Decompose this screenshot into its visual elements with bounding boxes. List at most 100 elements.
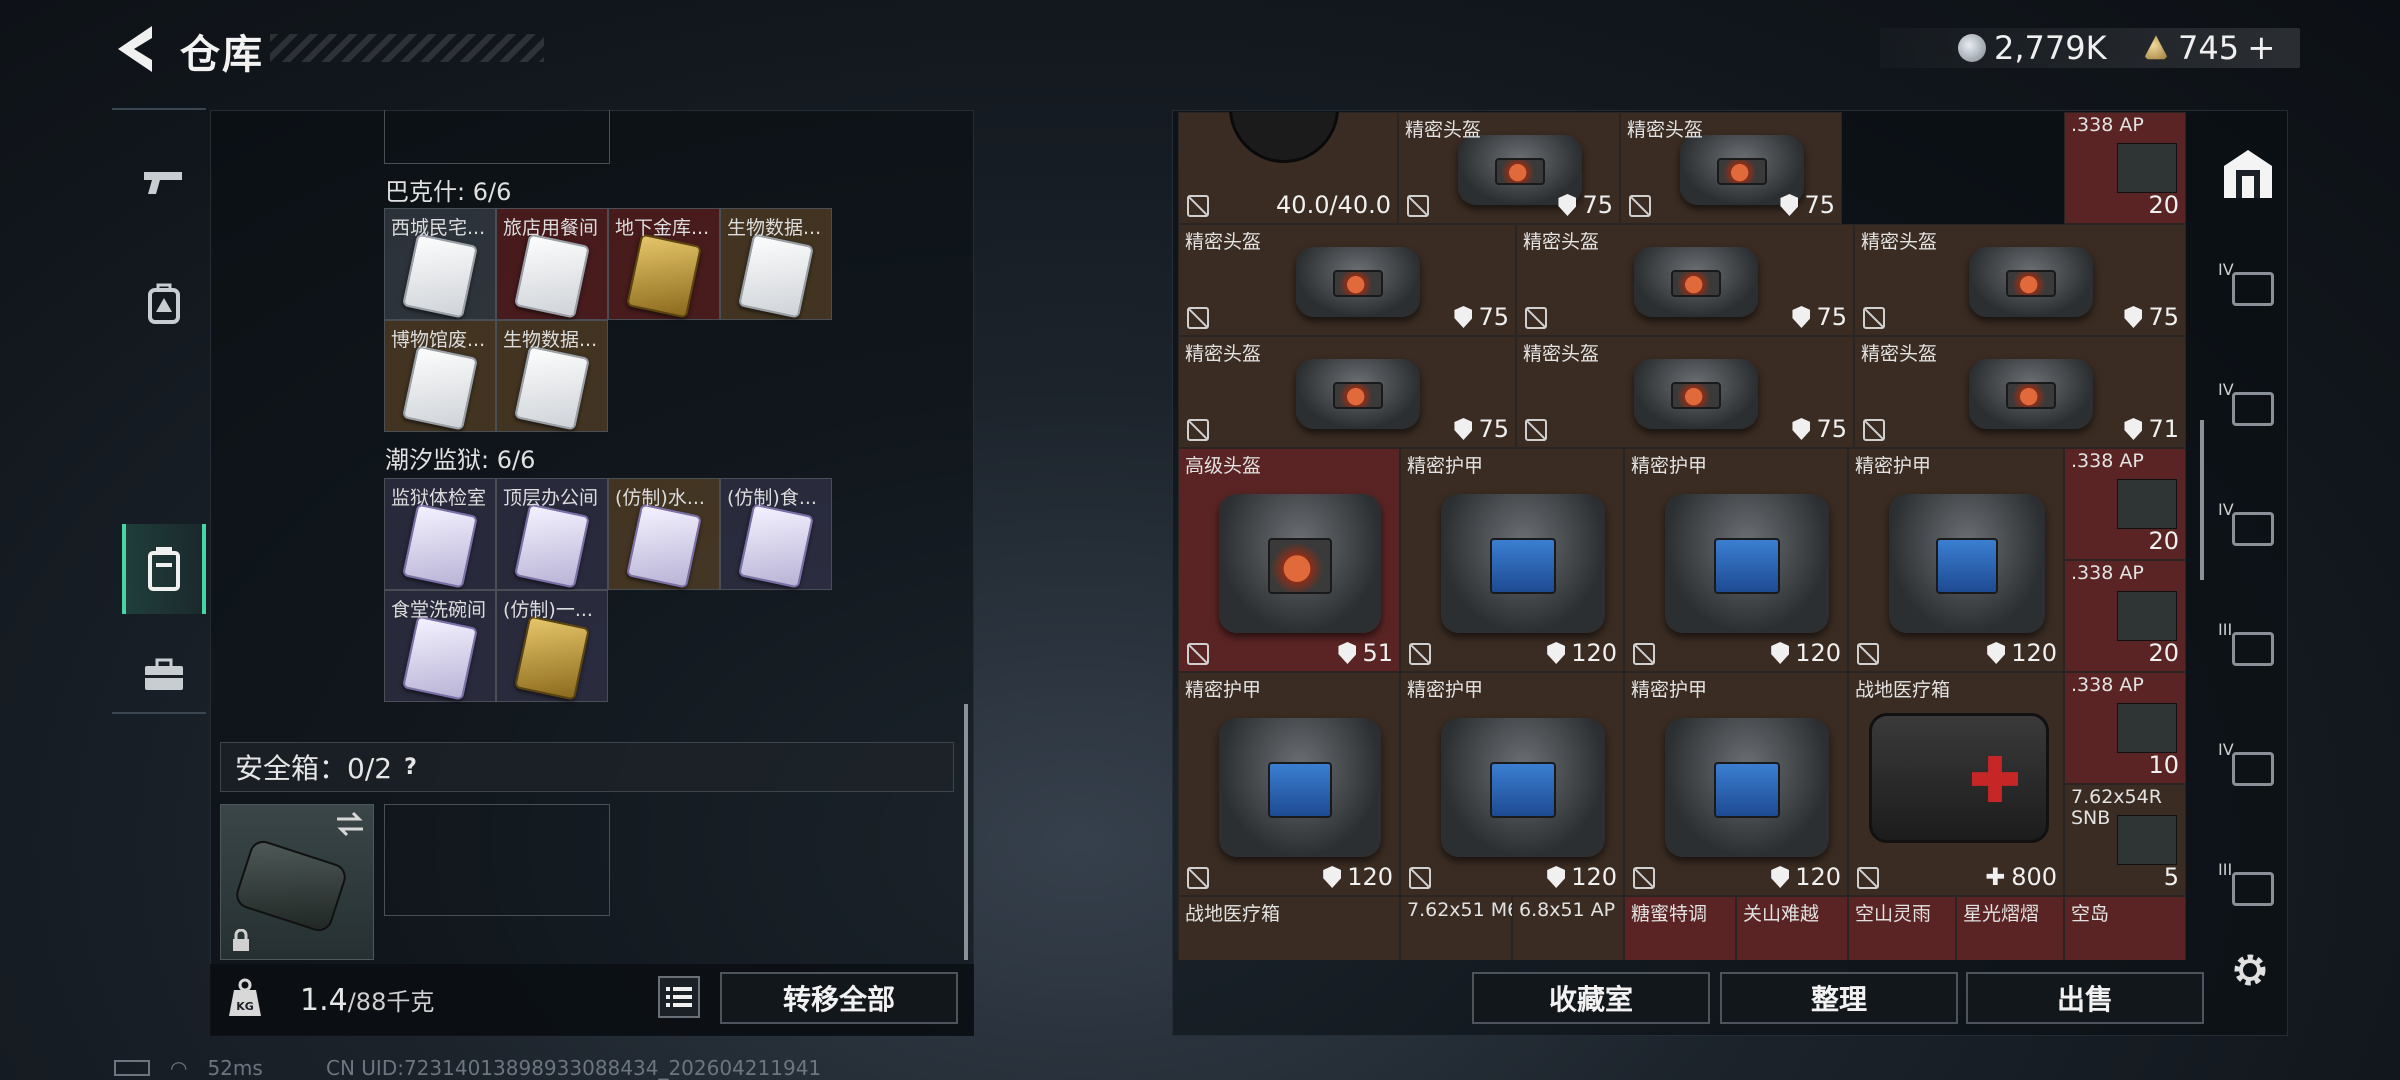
bag-screen: [1495, 157, 1545, 186]
key-card-slot[interactable]: (仿制)一...: [496, 590, 608, 702]
helmet-bag-image: [1969, 359, 2093, 429]
list-view-button[interactable]: [658, 976, 700, 1018]
back-button[interactable]: [110, 22, 160, 76]
item-cell[interactable]: 空岛: [2064, 896, 2186, 960]
key-card-name: 食堂洗碗间: [391, 599, 487, 621]
equipment-tab-icon: [2232, 392, 2274, 426]
bag-screen: [1717, 157, 1767, 186]
item-name: 7.62x54R SNB: [2071, 786, 2162, 829]
key-card-slot[interactable]: 博物馆废...: [384, 320, 496, 432]
equipment-tab-icon: [2232, 272, 2274, 306]
item-value: 20: [2148, 527, 2179, 555]
tab-weapons[interactable]: [122, 138, 206, 228]
no-insure-icon: [1187, 307, 1209, 329]
item-cell[interactable]: 战地医疗箱 ✚ 800: [1848, 672, 2064, 896]
safe-box-slots[interactable]: [384, 804, 610, 916]
item-cell[interactable]: 精密头盔 75: [1178, 336, 1516, 448]
item-name: 精密护甲: [1407, 455, 1484, 477]
item-cell[interactable]: 精密护甲 120: [1400, 448, 1624, 672]
stash-tab-1[interactable]: IV: [2218, 260, 2278, 316]
currency-add-icon[interactable]: +: [2247, 28, 2276, 68]
item-cell[interactable]: 关山难越: [1736, 896, 1848, 960]
group-label-bakshi: 巴克什: 6/6: [385, 178, 512, 206]
sell-button[interactable]: 出售: [1966, 972, 2204, 1024]
item-cell[interactable]: 40.0/40.0: [1178, 112, 1398, 224]
item-cell[interactable]: 精密护甲 120: [1624, 672, 1848, 896]
red-cross-icon: [1972, 756, 2018, 802]
help-icon[interactable]: ?: [404, 755, 417, 780]
item-cell[interactable]: 精密头盔 75: [1620, 112, 1842, 224]
tier-label: III: [2218, 620, 2233, 639]
item-cell[interactable]: 精密头盔 75: [1178, 224, 1516, 336]
item-name: 精密头盔: [1627, 119, 1704, 141]
item-cell[interactable]: 战地医疗箱: [1178, 896, 1400, 960]
key-card-slot[interactable]: (仿制)食...: [720, 478, 832, 590]
bag-screen: [1671, 381, 1721, 410]
first-aid-kit-image: [1869, 713, 2049, 843]
tier-label: IV: [2218, 500, 2234, 519]
key-card-slot[interactable]: 顶层办公间: [496, 478, 608, 590]
item-cell[interactable]: 空山灵雨: [1848, 896, 1956, 960]
stash-tab-4[interactable]: III: [2218, 620, 2278, 676]
no-insure-icon: [1187, 643, 1209, 665]
item-value-text: 5: [2163, 863, 2179, 891]
stash-tab-6[interactable]: III: [2218, 860, 2278, 916]
bag-screen: [1267, 538, 1333, 594]
tier-label: IV: [2218, 740, 2234, 759]
currency-gold[interactable]: 745 +: [2142, 28, 2276, 68]
item-value: 120: [1547, 639, 1617, 667]
collection-room-button[interactable]: 收藏室: [1472, 972, 1710, 1024]
key-card-slot[interactable]: 监狱体检室: [384, 478, 496, 590]
key-card-slot[interactable]: (仿制)水...: [608, 478, 720, 590]
key-card-slot[interactable]: 食堂洗碗间: [384, 590, 496, 702]
item-value-text: 20: [2148, 639, 2179, 667]
item-value: 75: [1792, 303, 1847, 331]
tab-backpack[interactable]: [122, 258, 206, 348]
item-cell[interactable]: 精密头盔 75: [1516, 224, 1854, 336]
durability-shield-icon: [1987, 642, 2006, 664]
item-value-text: 75: [1582, 191, 1613, 219]
item-cell[interactable]: 精密头盔 75: [1516, 336, 1854, 448]
item-cell[interactable]: 糖蜜特调: [1624, 896, 1736, 960]
key-card-name: (仿制)水...: [615, 487, 705, 509]
item-cell[interactable]: 精密护甲 120: [1624, 448, 1848, 672]
item-cell[interactable]: 精密头盔 75: [1398, 112, 1620, 224]
tab-toolbox[interactable]: [122, 630, 206, 720]
key-card-icon: [625, 503, 703, 589]
swap-icon[interactable]: [335, 811, 365, 837]
item-cell[interactable]: .338 AP 20: [2064, 448, 2186, 560]
item-cell[interactable]: 6.8x51 AP: [1512, 896, 1624, 960]
transfer-all-button[interactable]: 转移全部: [720, 972, 958, 1024]
key-card-name: (仿制)一...: [503, 599, 593, 621]
item-cell[interactable]: .338 AP 10: [2064, 672, 2186, 784]
key-card-slot[interactable]: 西城民宅...: [384, 208, 496, 320]
item-cell[interactable]: 精密头盔 75: [1854, 224, 2186, 336]
item-cell[interactable]: 高级头盔 51: [1178, 448, 1400, 672]
item-cell[interactable]: 星光熠熠: [1956, 896, 2064, 960]
stash-tab-5[interactable]: IV: [2218, 740, 2278, 796]
safe-box-case[interactable]: [220, 804, 374, 960]
item-cell[interactable]: 精密护甲 120: [1848, 448, 2064, 672]
right-scrollbar[interactable]: [2200, 420, 2204, 580]
key-card-slot[interactable]: 生物数据...: [720, 208, 832, 320]
stash-tab-3[interactable]: IV: [2218, 500, 2278, 556]
sort-button[interactable]: 整理: [1720, 972, 1958, 1024]
title-decoration: [270, 34, 544, 62]
stash-tab-main[interactable]: [2218, 146, 2278, 202]
key-card-slot[interactable]: 旅店用餐间: [496, 208, 608, 320]
item-cell[interactable]: .338 AP 20: [2064, 112, 2186, 224]
tab-container[interactable]: [122, 524, 206, 614]
weight-current: 1.4: [300, 983, 348, 1018]
key-card-slot[interactable]: 地下金库...: [608, 208, 720, 320]
item-cell[interactable]: 精密护甲 120: [1400, 672, 1624, 896]
left-scrollbar[interactable]: [964, 704, 968, 960]
item-cell[interactable]: .338 AP 20: [2064, 560, 2186, 672]
item-cell[interactable]: 精密头盔 71: [1854, 336, 2186, 448]
item-cell[interactable]: 精密护甲 120: [1178, 672, 1400, 896]
settings-button[interactable]: [2230, 950, 2270, 990]
key-card-name: 顶层办公间: [503, 487, 599, 509]
item-cell[interactable]: 7.62x51 M61: [1400, 896, 1531, 960]
key-card-slot[interactable]: 生物数据...: [496, 320, 608, 432]
stash-tab-2[interactable]: IV: [2218, 380, 2278, 436]
item-cell[interactable]: 7.62x54R SNB 5: [2064, 784, 2186, 896]
